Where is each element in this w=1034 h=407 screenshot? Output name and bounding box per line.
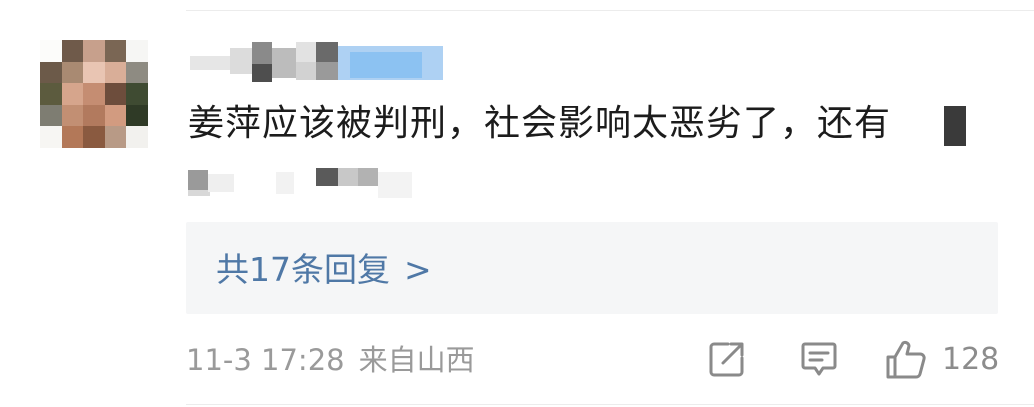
share-icon [709,342,744,377]
top-divider [186,10,1034,11]
comment-text: 姜萍应该被判刑，社会影响太恶劣了，还有 [188,103,892,144]
share-button[interactable] [706,338,748,382]
comment-meta: 11-3 17:28 来自山西 [186,340,475,380]
comment-date: 11-3 17:28 [186,343,345,377]
avatar[interactable] [40,40,148,148]
replies-label: 共17条回复 [216,250,390,289]
comment-text-obscured [188,164,448,204]
bottom-divider [186,404,1034,405]
comment-card: 姜萍应该被判刑，社会影响太恶劣了，还有 共17条回复 > 11-3 17:28 来自… [0,0,1034,407]
like-count: 128 [942,342,1000,377]
username-obscured[interactable] [190,42,445,82]
thumbs-up-icon [886,340,926,379]
comment-location: 来自山西 [358,343,475,377]
redacted-block [944,106,966,146]
reply-button[interactable] [798,338,840,382]
view-replies-link[interactable]: 共17条回复 > [216,248,432,292]
like-button[interactable]: 128 [884,338,999,382]
comment-icon [801,342,837,376]
chevron-right-icon: > [404,250,432,289]
